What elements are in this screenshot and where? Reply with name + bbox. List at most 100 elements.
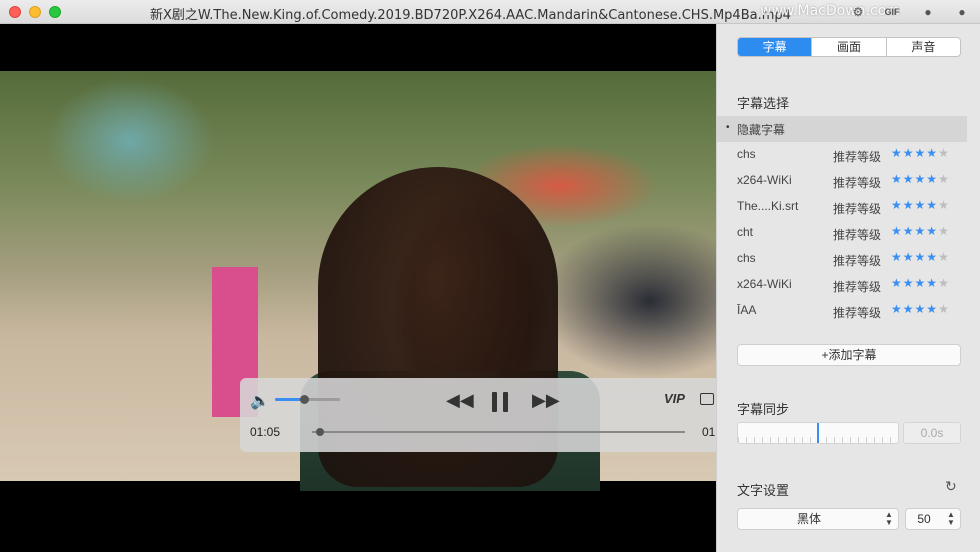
star-icon: ★ bbox=[938, 276, 950, 290]
star-icon: ★ bbox=[891, 172, 903, 186]
star-icon: ★ bbox=[891, 276, 903, 290]
selected-bullet-icon: • bbox=[726, 122, 730, 133]
star-icon: ★ bbox=[926, 276, 939, 290]
tab-picture[interactable]: 画面 bbox=[812, 38, 887, 56]
settings-panel: 字幕 画面 声音 字幕选择 • 隐藏字幕 chs 推荐等级 ★★★★★ x264-WiKi… bbox=[716, 24, 980, 552]
subtitle-item[interactable]: x264-WiKi 推荐等级 ★★★★★ bbox=[717, 168, 967, 194]
rating-stars: ★★★★★ bbox=[891, 224, 950, 238]
vip-button[interactable]: VIP bbox=[664, 391, 685, 406]
sync-section-title: 字幕同步 bbox=[737, 402, 790, 417]
sync-value-field[interactable]: 0.0s bbox=[903, 422, 961, 444]
star-icon: ★ bbox=[938, 198, 950, 212]
star-icon: ★ bbox=[891, 250, 903, 264]
subtitle-item-name: chs bbox=[737, 147, 756, 161]
subtitle-item-name: The....Ki.srt bbox=[737, 199, 799, 213]
star-icon: ★ bbox=[902, 146, 915, 160]
profile-icon[interactable]: ● bbox=[954, 4, 970, 20]
volume-knob[interactable] bbox=[300, 395, 310, 404]
subtitle-item[interactable]: chs 推荐等级 ★★★★★ bbox=[717, 246, 967, 272]
star-icon: ★ bbox=[926, 198, 939, 212]
star-icon: ★ bbox=[926, 224, 939, 238]
subtitle-item-name: ĪAA bbox=[737, 303, 757, 317]
panel-tabs: 字幕 画面 声音 bbox=[737, 37, 961, 57]
gif-icon[interactable]: GIF bbox=[884, 4, 900, 20]
recommend-label: 推荐等级 bbox=[833, 254, 882, 268]
star-icon: ★ bbox=[902, 198, 915, 212]
picture-in-picture-icon[interactable] bbox=[700, 393, 714, 405]
star-icon: ★ bbox=[926, 146, 939, 160]
rewind-icon[interactable]: ◀◀ bbox=[446, 390, 474, 410]
subtitle-sync-slider[interactable] bbox=[737, 422, 899, 444]
close-window-button[interactable] bbox=[9, 6, 21, 18]
font-size-select[interactable]: 50 ▲ ▼ bbox=[905, 508, 961, 530]
star-icon: ★ bbox=[926, 302, 939, 316]
text-section-title: 文字设置 bbox=[737, 483, 790, 498]
record-icon[interactable]: ● bbox=[920, 4, 936, 20]
star-icon: ★ bbox=[914, 250, 927, 264]
subtitle-item-name: 隐藏字幕 bbox=[737, 123, 786, 137]
title-bar: 新X剧之W.The.New.King.of.Comedy.2019.BD720P… bbox=[0, 0, 980, 24]
star-icon: ★ bbox=[902, 224, 915, 238]
star-icon: ★ bbox=[902, 172, 915, 186]
pause-button[interactable] bbox=[492, 392, 510, 412]
star-icon: ★ bbox=[914, 146, 927, 160]
subtitle-item[interactable]: chs 推荐等级 ★★★★★ bbox=[717, 142, 967, 168]
playback-controls: 🔈 ◀◀ ▶▶ VIP 01:05 01: bbox=[240, 378, 719, 452]
font-size-value: 50 bbox=[917, 512, 931, 526]
tab-audio[interactable]: 声音 bbox=[887, 38, 960, 56]
recommend-label: 推荐等级 bbox=[833, 280, 882, 294]
star-icon: ★ bbox=[891, 146, 903, 160]
watermark: www.MacDown.com bbox=[760, 3, 900, 19]
star-icon: ★ bbox=[914, 198, 927, 212]
rating-stars: ★★★★★ bbox=[891, 146, 950, 160]
star-icon: ★ bbox=[938, 224, 950, 238]
star-icon: ★ bbox=[902, 302, 915, 316]
seek-knob[interactable] bbox=[316, 428, 324, 436]
recommend-label: 推荐等级 bbox=[833, 176, 882, 190]
volume-icon[interactable]: 🔈 bbox=[250, 391, 270, 411]
star-icon: ★ bbox=[891, 302, 903, 316]
subtitle-item-name: cht bbox=[737, 225, 754, 239]
star-icon: ★ bbox=[914, 224, 927, 238]
add-subtitle-button[interactable]: +添加字幕 bbox=[737, 344, 961, 366]
subtitle-item[interactable]: • 隐藏字幕 bbox=[717, 116, 967, 142]
stepper-arrows-icon: ▲ ▼ bbox=[947, 510, 955, 527]
sync-marker[interactable] bbox=[817, 423, 819, 443]
star-icon: ★ bbox=[926, 172, 939, 186]
star-icon: ★ bbox=[914, 276, 927, 290]
star-icon: ★ bbox=[938, 146, 950, 160]
rating-stars: ★★★★★ bbox=[891, 172, 950, 186]
reset-icon[interactable]: ↻ bbox=[945, 478, 957, 495]
zoom-window-button[interactable] bbox=[49, 6, 61, 18]
recommend-label: 推荐等级 bbox=[833, 202, 882, 216]
star-icon: ★ bbox=[938, 302, 950, 316]
fast-forward-icon[interactable]: ▶▶ bbox=[532, 390, 560, 410]
subtitle-item[interactable]: ĪAA 推荐等级 ★★★★★ bbox=[717, 298, 967, 324]
rating-stars: ★★★★★ bbox=[891, 198, 950, 212]
settings-gear-icon[interactable]: ⚙ bbox=[850, 4, 866, 20]
subtitle-item-name: x264-WiKi bbox=[737, 173, 792, 187]
star-icon: ★ bbox=[926, 250, 939, 264]
subtitle-list: • 隐藏字幕 chs 推荐等级 ★★★★★ x264-WiKi 推荐等级 ★★★★★ The..… bbox=[717, 116, 967, 324]
subtitle-item-name: chs bbox=[737, 251, 756, 265]
subtitle-item-name: x264-WiKi bbox=[737, 277, 792, 291]
seek-bar[interactable] bbox=[312, 431, 685, 433]
subtitle-item[interactable]: cht 推荐等级 ★★★★★ bbox=[717, 220, 967, 246]
subtitle-item[interactable]: The....Ki.srt 推荐等级 ★★★★★ bbox=[717, 194, 967, 220]
star-icon: ★ bbox=[902, 250, 915, 264]
recommend-label: 推荐等级 bbox=[833, 306, 882, 320]
recommend-label: 推荐等级 bbox=[833, 150, 882, 164]
video-area[interactable] bbox=[0, 24, 716, 552]
minimize-window-button[interactable] bbox=[29, 6, 41, 18]
rating-stars: ★★★★★ bbox=[891, 250, 950, 264]
subtitle-item[interactable]: x264-WiKi 推荐等级 ★★★★★ bbox=[717, 272, 967, 298]
current-time: 01:05 bbox=[250, 425, 281, 439]
star-icon: ★ bbox=[938, 250, 950, 264]
star-icon: ★ bbox=[891, 224, 903, 238]
font-select[interactable]: 黑体 ▲ ▼ bbox=[737, 508, 899, 530]
rating-stars: ★★★★★ bbox=[891, 276, 950, 290]
rating-stars: ★★★★★ bbox=[891, 302, 950, 316]
star-icon: ★ bbox=[938, 172, 950, 186]
star-icon: ★ bbox=[914, 302, 927, 316]
tab-subtitle[interactable]: 字幕 bbox=[738, 38, 813, 56]
